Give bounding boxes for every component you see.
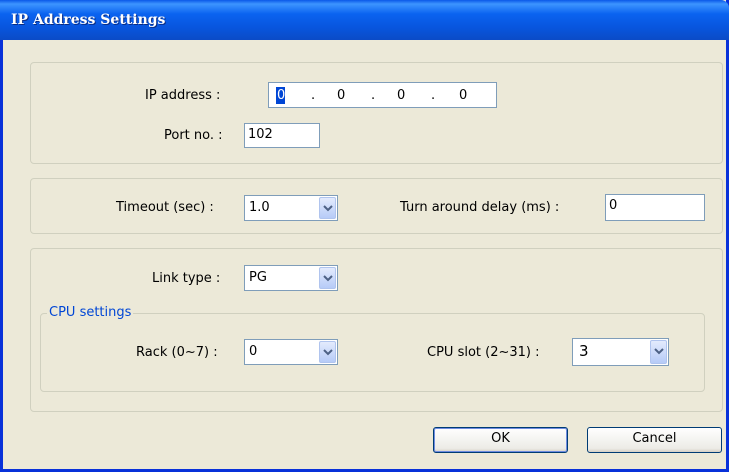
cpu-slot-value: 3 [579, 342, 589, 360]
chevron-down-icon[interactable] [319, 197, 336, 219]
rack-select[interactable]: 0 [244, 339, 338, 365]
link-type-value: PG [249, 270, 267, 285]
ip-octet-1[interactable]: 0 [277, 87, 285, 105]
chevron-down-icon[interactable] [319, 341, 336, 363]
ip-octet-4[interactable]: 0 [459, 87, 467, 105]
chevron-down-icon[interactable] [319, 267, 336, 289]
title-bar[interactable]: IP Address Settings [0, 0, 729, 40]
chevron-down-icon[interactable] [650, 340, 667, 364]
port-label: Port no. : [164, 128, 223, 143]
rack-value: 0 [249, 344, 258, 359]
turnaround-input[interactable]: 0 [605, 194, 705, 221]
ip-separator: . [431, 88, 436, 103]
port-input[interactable]: 102 [244, 123, 320, 148]
timeout-label: Timeout (sec) : [116, 200, 214, 215]
ip-separator: . [311, 88, 316, 103]
link-type-label: Link type : [152, 271, 221, 286]
cancel-button[interactable]: Cancel [587, 427, 722, 453]
ip-octet-2[interactable]: 0 [337, 87, 345, 105]
ip-octet-3[interactable]: 0 [397, 87, 405, 105]
ip-address-input[interactable]: 0 . 0 . 0 . 0 [268, 82, 497, 108]
window-title: IP Address Settings [11, 12, 166, 28]
address-group [30, 62, 723, 164]
ip-separator: . [371, 88, 376, 103]
timeout-value: 1.0 [249, 200, 270, 215]
cpu-slot-label: CPU slot (2~31) : [427, 345, 540, 360]
timeout-select[interactable]: 1.0 [244, 195, 338, 221]
cpu-slot-select[interactable]: 3 [572, 338, 669, 366]
ip-address-label: IP address : [145, 88, 221, 103]
cpu-settings-legend: CPU settings [47, 305, 134, 320]
link-type-select[interactable]: PG [244, 265, 338, 291]
dialog-window: IP Address Settings IP address : 0 . 0 .… [0, 0, 729, 472]
rack-label: Rack (0~7) : [136, 345, 218, 360]
ok-button[interactable]: OK [433, 427, 568, 453]
turnaround-label: Turn around delay (ms) : [400, 200, 560, 215]
